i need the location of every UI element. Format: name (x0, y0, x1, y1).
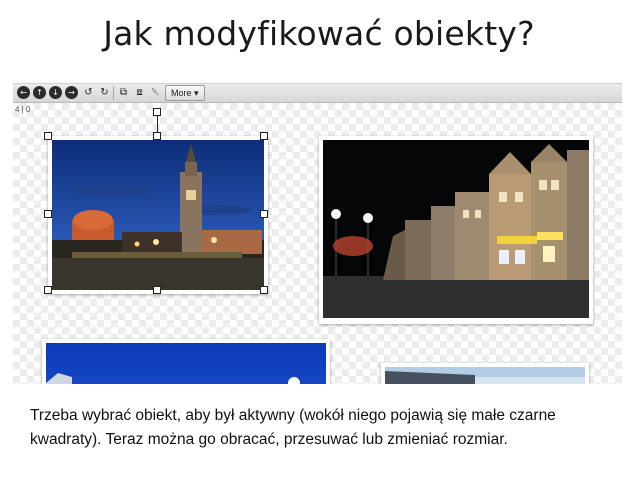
town-hall-night-image (52, 140, 264, 290)
resize-handle-sw[interactable] (44, 286, 52, 294)
market-square-night-image (323, 140, 589, 318)
move-up-icon[interactable]: ↑ (33, 86, 46, 99)
slide-caption: Trzeba wybrać obiekt, aby był aktywny (w… (30, 407, 556, 448)
move-right-icon[interactable]: → (65, 86, 78, 99)
editor-canvas[interactable]: 4 | 0 (13, 103, 622, 384)
rotate-handle[interactable] (153, 108, 161, 116)
resize-handle-s[interactable] (153, 286, 161, 294)
rotate-right-icon[interactable]: ↻ (98, 86, 111, 99)
toolbar-divider (113, 86, 114, 100)
trash-icon[interactable]: ␡ (149, 86, 162, 99)
resize-handle-se[interactable] (260, 286, 268, 294)
street-image (385, 367, 585, 384)
slide-title: Jak modyfikować obiekty? (103, 14, 535, 53)
photo-blue-sky[interactable] (42, 339, 330, 384)
resize-handle-w[interactable] (44, 210, 52, 218)
photo-town-hall[interactable] (44, 108, 268, 294)
resize-handle-ne[interactable] (260, 132, 268, 140)
photo-market-square[interactable] (319, 136, 593, 324)
move-down-icon[interactable]: ↓ (49, 86, 62, 99)
image-editor: ← ↑ ↓ → ↺ ↻ ⧉ ⧈ ␡ More ▾ 4 | 0 (13, 83, 622, 384)
move-left-icon[interactable]: ← (17, 86, 30, 99)
page-counter: 4 | 0 (15, 105, 31, 114)
more-dropdown-button[interactable]: More ▾ (165, 85, 205, 101)
send-back-icon[interactable]: ⧈ (133, 86, 146, 99)
blue-sky-image (46, 343, 326, 384)
bring-front-icon[interactable]: ⧉ (117, 86, 130, 99)
resize-handle-nw[interactable] (44, 132, 52, 140)
editor-toolbar: ← ↑ ↓ → ↺ ↻ ⧉ ⧈ ␡ More ▾ (13, 84, 622, 103)
resize-handle-e[interactable] (260, 210, 268, 218)
rotate-left-icon[interactable]: ↺ (82, 86, 95, 99)
resize-handle-n[interactable] (153, 132, 161, 140)
photo-street[interactable] (381, 363, 589, 384)
